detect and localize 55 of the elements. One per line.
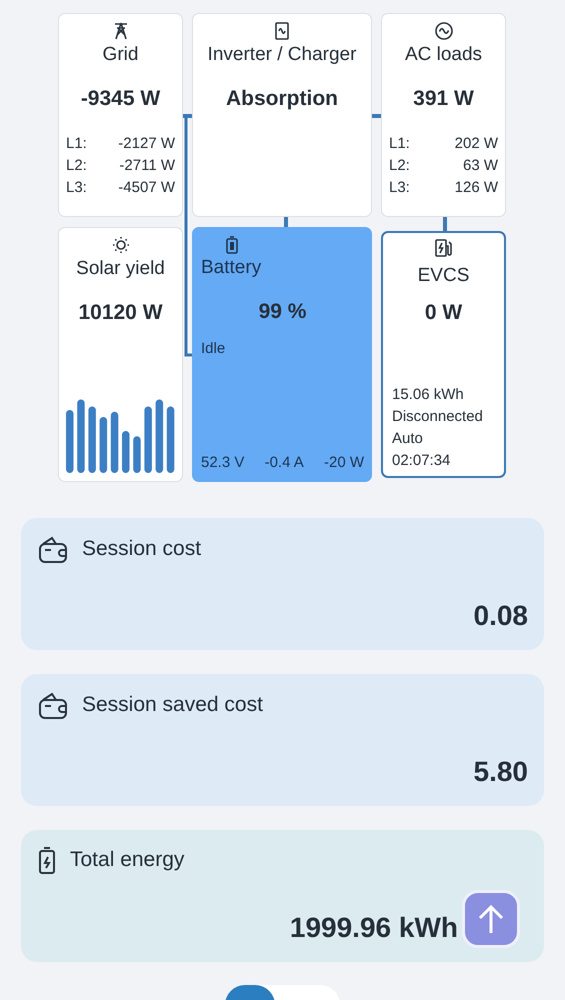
card-value: 99 %: [258, 300, 306, 324]
device-card[interactable]: Grid -9345 W L1: -2127 W L2: -2711 W L3: -4507 W: [58, 13, 183, 217]
phase-label: L3:: [389, 179, 410, 196]
phase-label: L1:: [389, 135, 410, 152]
arrow-up-icon: [477, 904, 505, 934]
phase-value: -2711 W: [119, 157, 175, 174]
device-card[interactable]: Solar yield 10120 W: [58, 227, 183, 482]
device-card[interactable]: Inverter / Charger Absorption: [192, 13, 372, 217]
device-card[interactable]: AC loads 391 W L1: 202 W L2: 63 W L3: 126 W: [381, 13, 506, 217]
metric-value: 5.80: [474, 756, 528, 788]
phase-value: 63 W: [462, 157, 498, 174]
card-title: Battery: [201, 257, 262, 279]
wallet-icon: [38, 690, 68, 720]
charger-detail: 02:07:34: [392, 452, 452, 469]
wallet-icon: [38, 534, 68, 564]
phase-value: 202 W: [454, 135, 498, 152]
card-value: -9345 W: [80, 87, 160, 111]
charger-detail: 15.06 kWh: [392, 386, 465, 403]
card-value: 10120 W: [78, 301, 163, 325]
charger-detail: Auto: [392, 430, 424, 447]
metric-label: Session cost: [82, 537, 202, 561]
battery-card[interactable]: Battery 99 % Idle 52.3 V -0.4 A -20 W: [192, 227, 372, 482]
card-value: 391 W: [413, 87, 474, 111]
battery-bolt-icon: [38, 846, 56, 874]
metric-value: 0.08: [474, 600, 528, 632]
metric-label: Session saved cost: [82, 693, 263, 717]
card-title: Solar yield: [76, 258, 165, 280]
battery-state: Idle: [201, 340, 226, 357]
card-title: Grid: [102, 44, 138, 66]
phase-label: L2:: [66, 157, 87, 174]
card-title: Inverter / Charger: [208, 44, 356, 66]
phase-label: L3:: [66, 179, 87, 196]
card-title: AC loads: [404, 44, 482, 66]
inverter-icon: [275, 22, 289, 40]
phase-label: L2:: [389, 157, 410, 174]
battery-reading: -0.4 A: [264, 454, 304, 471]
pylon-icon: [112, 22, 128, 40]
charger-detail: Disconnected: [392, 408, 484, 425]
phase-value: -4507 W: [118, 179, 175, 196]
battery-reading: 52.3 V: [201, 454, 244, 471]
battery-reading: -20 W: [324, 454, 364, 471]
device-card[interactable]: EVCS 0 W 15.06 kWh Disconnected Auto 02:07:34: [381, 231, 506, 478]
sun-icon: [112, 236, 130, 254]
phase-label: L1:: [66, 135, 87, 152]
phase-value: -2127 W: [118, 135, 175, 152]
metric-label: Total energy: [70, 848, 184, 872]
card-value: Absorption: [226, 87, 338, 111]
card-value: 0 W: [424, 301, 462, 325]
metric-value: 1999.96 kWh: [290, 912, 458, 944]
battery-icon: [226, 236, 238, 254]
scroll-up-button[interactable]: [462, 890, 520, 948]
charger-icon: [434, 239, 452, 257]
card-title: EVCS: [418, 265, 470, 287]
sine-wave-icon: [434, 22, 452, 40]
phase-value: 126 W: [454, 179, 498, 196]
